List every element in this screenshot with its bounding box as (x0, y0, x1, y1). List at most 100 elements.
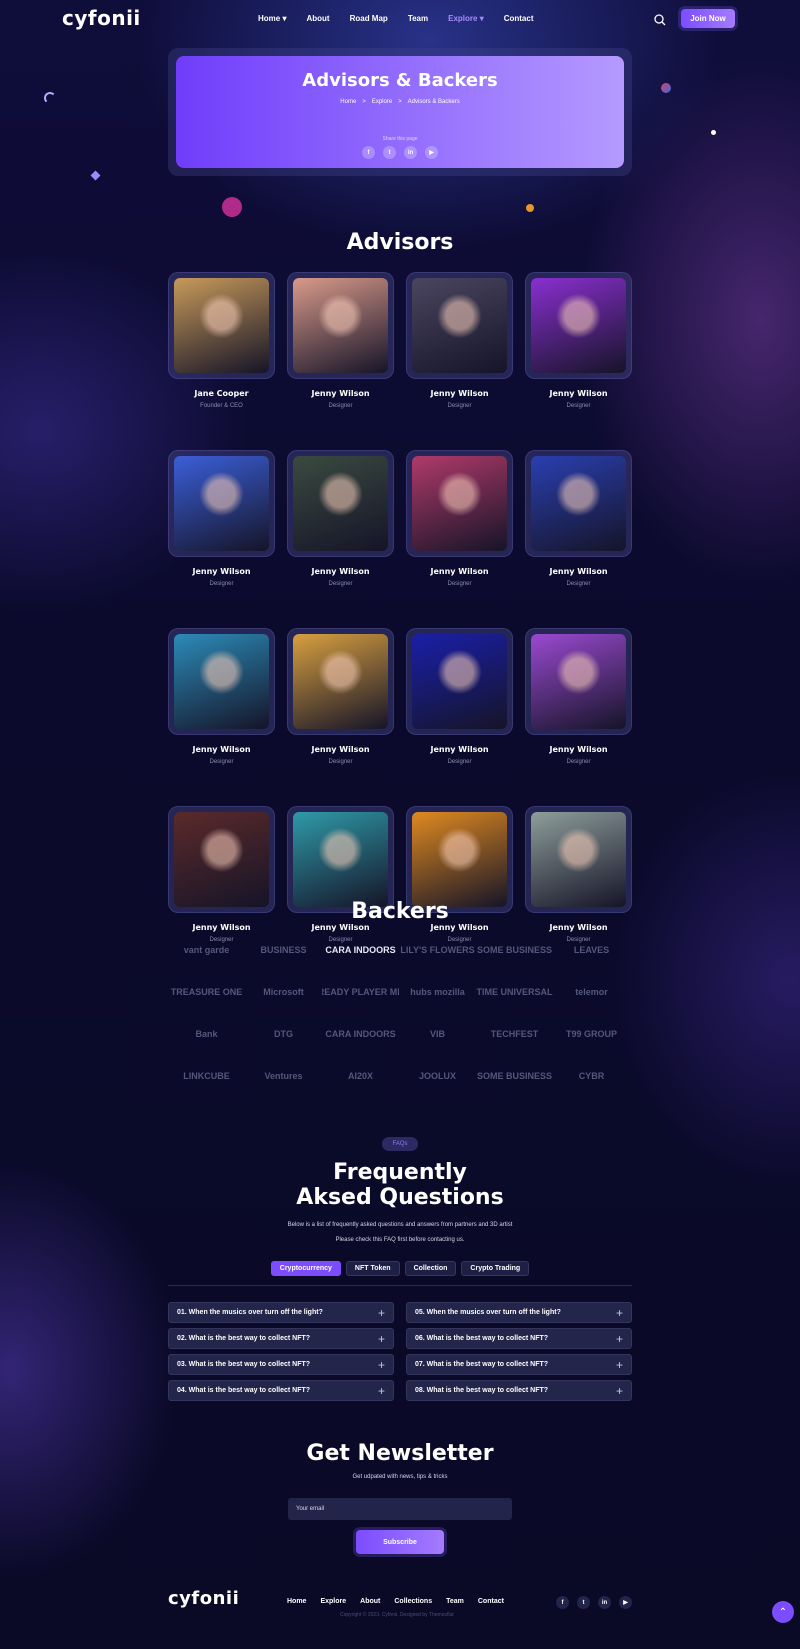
nav-about[interactable]: About (306, 14, 329, 23)
faq-question: 06. What is the best way to collect NFT? (415, 1335, 549, 1342)
plus-icon[interactable]: + (378, 1384, 385, 1398)
plus-icon[interactable]: + (616, 1358, 623, 1372)
decor-dot (711, 130, 716, 135)
youtube-icon[interactable]: ▶ (619, 1596, 632, 1609)
advisor-card[interactable]: Jenny Wilson Designer (406, 628, 513, 765)
advisor-name: Jenny Wilson (549, 389, 608, 398)
nav-team[interactable]: Team (408, 14, 428, 23)
nav-contact[interactable]: Contact (504, 14, 534, 23)
nav-explore[interactable]: Explore ▾ (448, 14, 484, 23)
tab-collection[interactable]: Collection (404, 1261, 457, 1276)
advisor-card[interactable]: Jenny Wilson Designer (406, 450, 513, 587)
faq-item[interactable]: 01. When the musics over turn off the li… (168, 1302, 394, 1323)
advisor-photo (293, 456, 388, 551)
breadcrumb-separator: > (362, 99, 366, 105)
plus-icon[interactable]: + (378, 1332, 385, 1346)
search-icon[interactable] (654, 13, 666, 31)
hero-panel: Advisors & Backers Home > Explore > Advi… (168, 48, 632, 176)
advisor-name: Jenny Wilson (311, 923, 370, 932)
youtube-icon[interactable]: ▶ (425, 146, 438, 159)
breadcrumb-explore[interactable]: Explore (372, 99, 392, 105)
nav-home[interactable]: Home ▾ (258, 14, 286, 23)
faq-item[interactable]: 03. What is the best way to collect NFT?… (168, 1354, 394, 1375)
advisor-card[interactable]: Jenny Wilson Designer (287, 272, 394, 409)
breadcrumb-current: Advisors & Backers (407, 99, 460, 105)
backer-logo: CARA INDOORS (325, 945, 396, 955)
faq-note: Please check this FAQ first before conta… (335, 1237, 465, 1243)
faq-tabs: Cryptocurrency NFT Token Collection Cryp… (0, 1261, 800, 1276)
advisor-photo-frame (525, 628, 632, 735)
advisor-card[interactable]: Jenny Wilson Designer (525, 450, 632, 587)
share-socials: f t in ▶ (176, 146, 624, 159)
plus-icon[interactable]: + (378, 1306, 385, 1320)
facebook-icon[interactable]: f (556, 1596, 569, 1609)
plus-icon[interactable]: + (616, 1306, 623, 1320)
footer-nav-home[interactable]: Home (287, 1598, 306, 1605)
faq-item[interactable]: 05. When the musics over turn off the li… (406, 1302, 632, 1323)
faq-item[interactable]: 02. What is the best way to collect NFT?… (168, 1328, 394, 1349)
advisor-photo-frame (287, 272, 394, 379)
advisor-name: Jenny Wilson (430, 567, 489, 576)
advisor-card[interactable]: Jenny Wilson Designer (287, 628, 394, 765)
email-input[interactable]: Your email (288, 1498, 512, 1520)
advisor-role: Designer (566, 759, 591, 765)
backer-logo: AI20X (347, 1071, 373, 1081)
advisor-card[interactable]: Jenny Wilson Designer (525, 628, 632, 765)
tab-cryptocurrency[interactable]: Cryptocurrency (270, 1261, 341, 1276)
advisor-card[interactable]: Jenny Wilson Designer (168, 628, 275, 765)
backer-logo: CARA INDOORS (325, 1029, 396, 1039)
advisor-role: Designer (328, 759, 353, 765)
advisor-role: Designer (447, 581, 472, 587)
backer-logo: Microsoft (263, 987, 304, 997)
footer-nav-contact[interactable]: Contact (478, 1598, 504, 1605)
linkedin-icon[interactable]: in (598, 1596, 611, 1609)
advisor-photo (531, 456, 626, 551)
advisor-card[interactable]: Jenny Wilson Designer (525, 272, 632, 409)
scroll-top-button[interactable]: ⌃ (772, 1601, 794, 1623)
facebook-icon[interactable]: f (362, 146, 375, 159)
faq-item[interactable]: 07. What is the best way to collect NFT?… (406, 1354, 632, 1375)
advisors-title: Advisors (346, 230, 454, 255)
footer-nav-collections[interactable]: Collections (394, 1598, 432, 1605)
advisor-card[interactable]: Jenny Wilson Designer (406, 272, 513, 409)
advisor-name: Jenny Wilson (192, 567, 251, 576)
backer-logo: DTG (274, 1029, 293, 1039)
advisor-photo (531, 278, 626, 373)
faq-item[interactable]: 04. What is the best way to collect NFT?… (168, 1380, 394, 1401)
plus-icon[interactable]: + (378, 1358, 385, 1372)
footer-nav-about[interactable]: About (360, 1598, 380, 1605)
backer-logo: SOME BUSINESS (476, 1071, 552, 1081)
linkedin-icon[interactable]: in (404, 146, 417, 159)
faq-item[interactable]: 06. What is the best way to collect NFT?… (406, 1328, 632, 1349)
backer-logo: BUSINESS (260, 945, 307, 955)
footer-socials: f t in ▶ (556, 1596, 632, 1609)
footer-logo[interactable]: cyfonii (168, 1588, 239, 1609)
faq-column-right: 05. When the musics over turn off the li… (406, 1302, 632, 1401)
footer-nav-team[interactable]: Team (446, 1598, 464, 1605)
backer-logo: TECHFEST (490, 1029, 539, 1039)
subscribe-button[interactable]: Subscribe (356, 1530, 444, 1554)
plus-icon[interactable]: + (616, 1384, 623, 1398)
footer-nav-explore[interactable]: Explore (320, 1598, 346, 1605)
twitter-icon[interactable]: t (383, 146, 396, 159)
nav-road-map[interactable]: Road Map (350, 14, 388, 23)
advisor-photo-frame (168, 272, 275, 379)
advisor-card[interactable]: Jenny Wilson Designer (168, 450, 275, 587)
twitter-icon[interactable]: t (577, 1596, 590, 1609)
advisor-card[interactable]: Jane Cooper Founder & CEO (168, 272, 275, 409)
plus-icon[interactable]: + (616, 1332, 623, 1346)
faq-badge: FAQs (382, 1137, 418, 1151)
breadcrumb-home[interactable]: Home (340, 99, 356, 105)
advisor-name: Jenny Wilson (549, 745, 608, 754)
tab-nft-token[interactable]: NFT Token (345, 1261, 400, 1276)
backer-logo: vant garde (183, 945, 230, 955)
advisor-photo (174, 634, 269, 729)
logo[interactable]: cyfonii (62, 6, 141, 30)
advisor-photo (293, 812, 388, 907)
join-now-button[interactable]: Join Now (681, 9, 735, 28)
advisor-photo (293, 278, 388, 373)
tab-crypto-trading[interactable]: Crypto Trading (461, 1261, 530, 1276)
advisor-card[interactable]: Jenny Wilson Designer (287, 450, 394, 587)
backers-title: Backers (351, 899, 449, 924)
faq-item[interactable]: 08. What is the best way to collect NFT?… (406, 1380, 632, 1401)
